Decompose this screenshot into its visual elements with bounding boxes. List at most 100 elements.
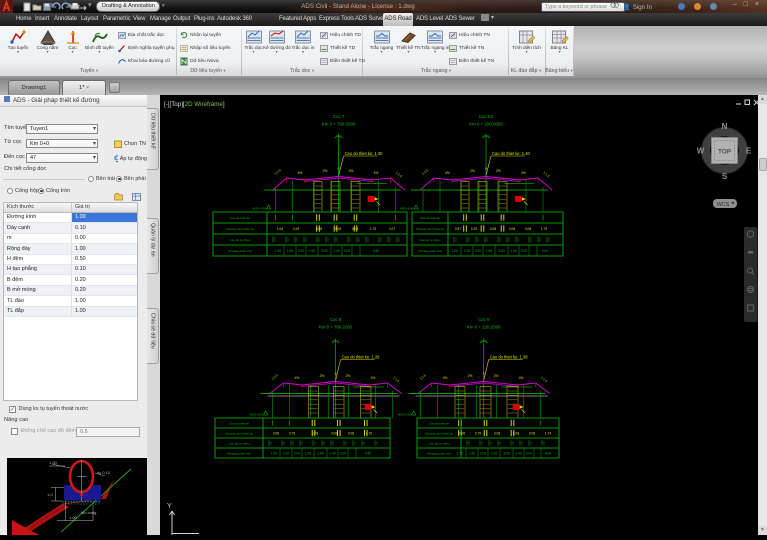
svg-text:1.00: 1.00	[271, 451, 277, 455]
svg-text:2.00: 2.00	[526, 451, 532, 455]
svg-text:0.08: 0.08	[335, 227, 341, 231]
svg-text:2%: 2%	[323, 169, 328, 173]
svg-text:E: E	[746, 147, 752, 156]
svg-text:0.08: 0.08	[490, 227, 496, 231]
svg-text:W: W	[697, 147, 705, 156]
svg-text:0: 0	[335, 372, 337, 376]
svg-text:TOP: TOP	[718, 149, 732, 156]
svg-text:2%: 2%	[496, 169, 501, 173]
svg-text:0.08: 0.08	[513, 432, 519, 436]
svg-text:Khoang cach mia: Khoang cach mia	[418, 249, 442, 253]
svg-text:[-][Top][2D Wireframe]: [-][Top][2D Wireframe]	[164, 101, 225, 108]
svg-text:MSS:4.00: MSS:4.00	[398, 413, 412, 417]
svg-text:1.00: 1.00	[309, 249, 315, 253]
svg-text:0.08: 0.08	[316, 227, 322, 231]
svg-text:1.00: 1.00	[457, 451, 463, 455]
svg-text:Khoang cach thiet ke: Khoang cach thiet ke	[226, 227, 254, 231]
svg-text:0.29: 0.29	[471, 227, 477, 231]
svg-text:1.00: 1.00	[275, 249, 281, 253]
svg-text:1.00: 1.00	[305, 451, 311, 455]
svg-text:1:1.5: 1:1.5	[421, 168, 429, 176]
svg-text:1.00: 1.00	[287, 249, 293, 253]
svg-text:0.08: 0.08	[352, 227, 358, 231]
svg-text:3.00: 3.00	[498, 249, 504, 253]
svg-text:Khoang cach mia: Khoang cach mia	[228, 249, 252, 253]
svg-text:1:1.5: 1:1.5	[542, 171, 550, 179]
svg-text:4%: 4%	[445, 171, 450, 175]
svg-text:Coc 9: Coc 9	[478, 317, 490, 322]
svg-text:2%: 2%	[320, 374, 325, 378]
svg-text:1.00: 1.00	[491, 451, 497, 455]
svg-text:2.00: 2.00	[480, 451, 486, 455]
svg-text:Cao do tu nhien: Cao do tu nhien	[428, 441, 450, 445]
svg-text:Cao do tu nhien: Cao do tu nhien	[228, 441, 250, 445]
svg-text:3.00: 3.00	[317, 451, 323, 455]
svg-text:0.08: 0.08	[494, 432, 500, 436]
svg-text:Cao do tu nhien: Cao do tu nhien	[229, 238, 251, 242]
svg-text:Khoang cach thiet ke: Khoang cach thiet ke	[225, 431, 253, 435]
svg-text:0.08: 0.08	[525, 227, 531, 231]
svg-text:1:1.5: 1:1.5	[392, 376, 400, 384]
svg-text:1.00: 1.00	[452, 249, 458, 253]
svg-text:2.00: 2.00	[298, 249, 304, 253]
svg-text:N: N	[722, 122, 728, 131]
svg-text:1.00: 1.00	[464, 249, 470, 253]
svg-text:0.08: 0.08	[331, 432, 337, 436]
svg-text:Km 0 + 760.0000: Km 0 + 760.0000	[322, 122, 356, 127]
svg-text:0.75: 0.75	[475, 432, 481, 436]
svg-text:MSS:4.00: MSS:4.00	[253, 207, 267, 211]
svg-text:0.08: 0.08	[312, 432, 318, 436]
svg-text:Cao do thiet ke: 1.40: Cao do thiet ke: 1.40	[492, 151, 531, 156]
svg-text:2.00: 2.00	[294, 451, 300, 455]
svg-text:Cao do thiet ke: Cao do thiet ke	[420, 216, 441, 220]
svg-text:4%: 4%	[519, 376, 524, 380]
svg-text:2.00: 2.00	[521, 249, 527, 253]
svg-text:1:1.5: 1:1.5	[274, 168, 282, 176]
svg-text:2%: 2%	[346, 374, 351, 378]
svg-text:0: 0	[338, 167, 340, 171]
svg-text:3.00: 3.00	[321, 249, 327, 253]
svg-text:WCS: WCS	[717, 202, 730, 208]
svg-text:4.50: 4.50	[365, 451, 371, 455]
svg-text:1:1.5: 1:1.5	[540, 376, 548, 384]
svg-text:MSS:4.00: MSS:4.00	[400, 207, 414, 211]
svg-text:Cao do thiet ke: Cao do thiet ke	[229, 421, 250, 425]
svg-text:Khoang cach thiet ke: Khoang cach thiet ke	[425, 431, 453, 435]
svg-text:Km 0 + 780.2000: Km 0 + 780.2000	[319, 325, 353, 330]
svg-text:0.08: 0.08	[509, 227, 515, 231]
svg-text:MSS:4.00: MSS:4.00	[250, 413, 264, 417]
svg-text:S: S	[722, 172, 728, 181]
svg-text:1.40: 1.40	[333, 249, 339, 253]
svg-text:1:1.5: 1:1.5	[395, 171, 403, 179]
svg-text:1:1.5: 1:1.5	[271, 373, 279, 381]
svg-text:0.08: 0.08	[529, 432, 535, 436]
svg-text:0.75: 0.75	[289, 432, 295, 436]
svg-text:1.75: 1.75	[370, 227, 376, 231]
svg-text:2.00: 2.00	[344, 249, 350, 253]
svg-text:Km 0 + 220.2000: Km 0 + 220.2000	[467, 325, 501, 330]
svg-text:4.76: 4.76	[366, 432, 372, 436]
svg-text:2%: 2%	[349, 169, 354, 173]
svg-text:0.57: 0.57	[455, 227, 461, 231]
svg-text:Coc K2: Coc K2	[479, 114, 494, 119]
svg-text:2%: 2%	[470, 169, 475, 173]
svg-text:4.50: 4.50	[373, 249, 379, 253]
svg-text:3.00: 3.00	[503, 451, 509, 455]
svg-text:1:1.5: 1:1.5	[419, 373, 427, 381]
svg-text:4%: 4%	[443, 376, 448, 380]
svg-text:Km 0 + 200.0000: Km 0 + 200.0000	[469, 122, 503, 127]
svg-text:1.40: 1.40	[510, 249, 516, 253]
svg-text:Cao do thiet ke: 1.38: Cao do thiet ke: 1.38	[490, 355, 529, 360]
svg-text:0.08: 0.08	[348, 432, 354, 436]
svg-text:Khoang cach mia: Khoang cach mia	[227, 451, 251, 455]
svg-text:0.66: 0.66	[459, 432, 465, 436]
svg-text:0.68: 0.68	[273, 432, 279, 436]
svg-text:Cao do thiet ke: 1.30: Cao do thiet ke: 1.30	[345, 151, 384, 156]
svg-text:0: 0	[483, 372, 485, 376]
svg-text:1.74: 1.74	[545, 432, 551, 436]
svg-text:4%: 4%	[521, 171, 526, 175]
svg-text:0: 0	[485, 167, 487, 171]
svg-text:Cao do tu nhien: Cao do tu nhien	[419, 238, 441, 242]
svg-text:4%: 4%	[374, 171, 379, 175]
svg-text:4.00: 4.00	[545, 451, 551, 455]
